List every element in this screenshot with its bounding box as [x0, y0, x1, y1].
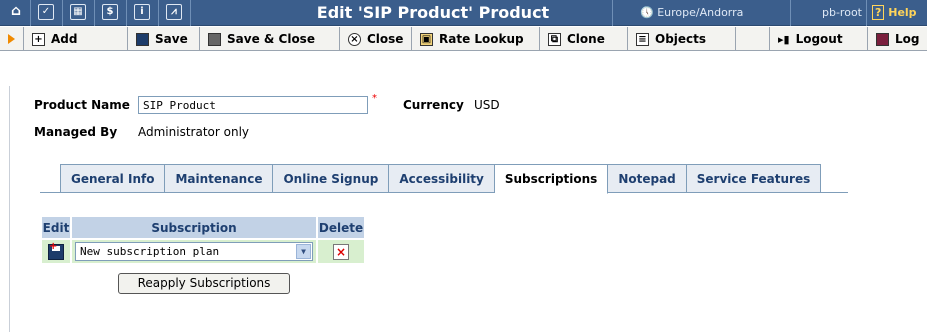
close-label: Close: [367, 32, 404, 46]
save-label: Save: [155, 32, 188, 46]
tab-general-info[interactable]: General Info: [60, 164, 166, 193]
log-label: Log: [895, 32, 920, 46]
subscription-select[interactable]: New subscription plan ▼: [75, 242, 313, 261]
objects-label: Objects: [655, 32, 707, 46]
chevron-down-icon[interactable]: ▼: [296, 244, 311, 259]
currency-label: Currency: [403, 98, 464, 112]
divider: [158, 0, 159, 26]
toolbar: + Add Save Save & Close × Close ▣ Rate Look…: [0, 27, 927, 51]
user-label: pb-root: [822, 6, 862, 19]
divider: [30, 0, 31, 26]
grid-icon[interactable]: ▦: [70, 4, 86, 20]
toolbar-play-button[interactable]: [0, 27, 24, 51]
delete-cell: ×: [318, 240, 364, 263]
save-icon: [136, 32, 149, 46]
clone-label: Clone: [567, 32, 605, 46]
plus-icon: +: [49, 240, 58, 252]
logout-icon: ▸▮: [778, 32, 790, 46]
add-label: Add: [51, 32, 78, 46]
subscription-column-header: Subscription: [72, 217, 316, 238]
table-header-row: Edit Subscription Delete: [42, 217, 364, 238]
tab-bar: General Info Maintenance Online Signup A…: [60, 164, 822, 194]
clock-icon: 🕔: [640, 6, 658, 19]
help-link[interactable]: ? Help: [872, 5, 917, 20]
chart-icon[interactable]: ⩘: [166, 4, 182, 20]
clone-icon: ⧉: [548, 32, 561, 46]
info-icon[interactable]: i: [134, 4, 150, 20]
reapply-subscriptions-button[interactable]: Reapply Subscriptions: [118, 273, 290, 294]
tab-notepad[interactable]: Notepad: [608, 164, 687, 193]
required-marker: *: [372, 93, 377, 104]
log-button[interactable]: Log: [868, 27, 927, 51]
divider: [126, 0, 127, 26]
divider: [866, 0, 867, 26]
close-button[interactable]: × Close: [340, 27, 412, 51]
objects-button[interactable]: ≡ Objects: [628, 27, 736, 51]
help-icon: ?: [872, 5, 885, 20]
checkbox-icon[interactable]: ✓: [38, 4, 54, 20]
tab-maintenance[interactable]: Maintenance: [165, 164, 274, 193]
managed-by-value: Administrator only: [138, 125, 249, 139]
clone-button[interactable]: ⧉ Clone: [540, 27, 628, 51]
subscriptions-table: Edit Subscription Delete + New subscript…: [40, 215, 366, 265]
log-icon: [876, 32, 889, 46]
save-close-label: Save & Close: [227, 32, 315, 46]
product-name-label: Product Name: [34, 98, 130, 112]
divider: [790, 0, 791, 26]
divider: [190, 0, 191, 26]
delete-column-header: Delete: [318, 217, 364, 238]
content-border: [9, 86, 10, 332]
divider: [612, 0, 613, 26]
save-subscription-icon[interactable]: +: [48, 240, 64, 260]
add-icon: +: [32, 32, 45, 46]
product-name-input[interactable]: [138, 96, 368, 114]
edit-cell: +: [42, 240, 70, 263]
divider: [94, 0, 95, 26]
save-close-icon: [208, 32, 221, 46]
play-icon: [8, 34, 15, 44]
delete-icon[interactable]: ×: [333, 243, 349, 260]
add-button[interactable]: + Add: [24, 27, 128, 51]
tab-service-features[interactable]: Service Features: [686, 164, 822, 193]
save-close-button[interactable]: Save & Close: [200, 27, 340, 51]
rate-lookup-button[interactable]: ▣ Rate Lookup: [412, 27, 540, 51]
tab-subscriptions[interactable]: Subscriptions: [494, 164, 609, 194]
edit-column-header: Edit: [42, 217, 70, 238]
home-icon[interactable]: ⌂: [8, 4, 24, 20]
title-bar: ⌂ ✓ ▦ $ i ⩘ Edit 'SIP Product' Product 🕔…: [0, 0, 927, 26]
rate-lookup-icon: ▣: [420, 32, 433, 46]
timezone-label: Europe/Andorra: [657, 6, 744, 19]
divider: [62, 0, 63, 26]
subscription-cell: New subscription plan ▼: [72, 240, 316, 263]
close-icon: ×: [348, 32, 361, 46]
dollar-icon[interactable]: $: [102, 4, 118, 20]
table-row: + New subscription plan ▼ ×: [42, 240, 364, 263]
objects-icon: ≡: [636, 32, 649, 46]
logout-button[interactable]: ▸▮ Logout: [770, 27, 868, 51]
save-button[interactable]: Save: [128, 27, 200, 51]
logout-label: Logout: [795, 32, 843, 46]
help-label: Help: [888, 6, 917, 19]
tab-online-signup[interactable]: Online Signup: [273, 164, 390, 193]
managed-by-label: Managed By: [34, 125, 118, 139]
tab-accessibility[interactable]: Accessibility: [389, 164, 495, 193]
rate-lookup-label: Rate Lookup: [439, 32, 524, 46]
page-title: Edit 'SIP Product' Product: [316, 3, 550, 22]
subscription-select-value: New subscription plan: [80, 245, 220, 258]
currency-value: USD: [474, 98, 500, 112]
timezone-link[interactable]: 🕔 Europe/Andorra: [640, 6, 743, 19]
toolbar-spacer: [736, 27, 770, 51]
